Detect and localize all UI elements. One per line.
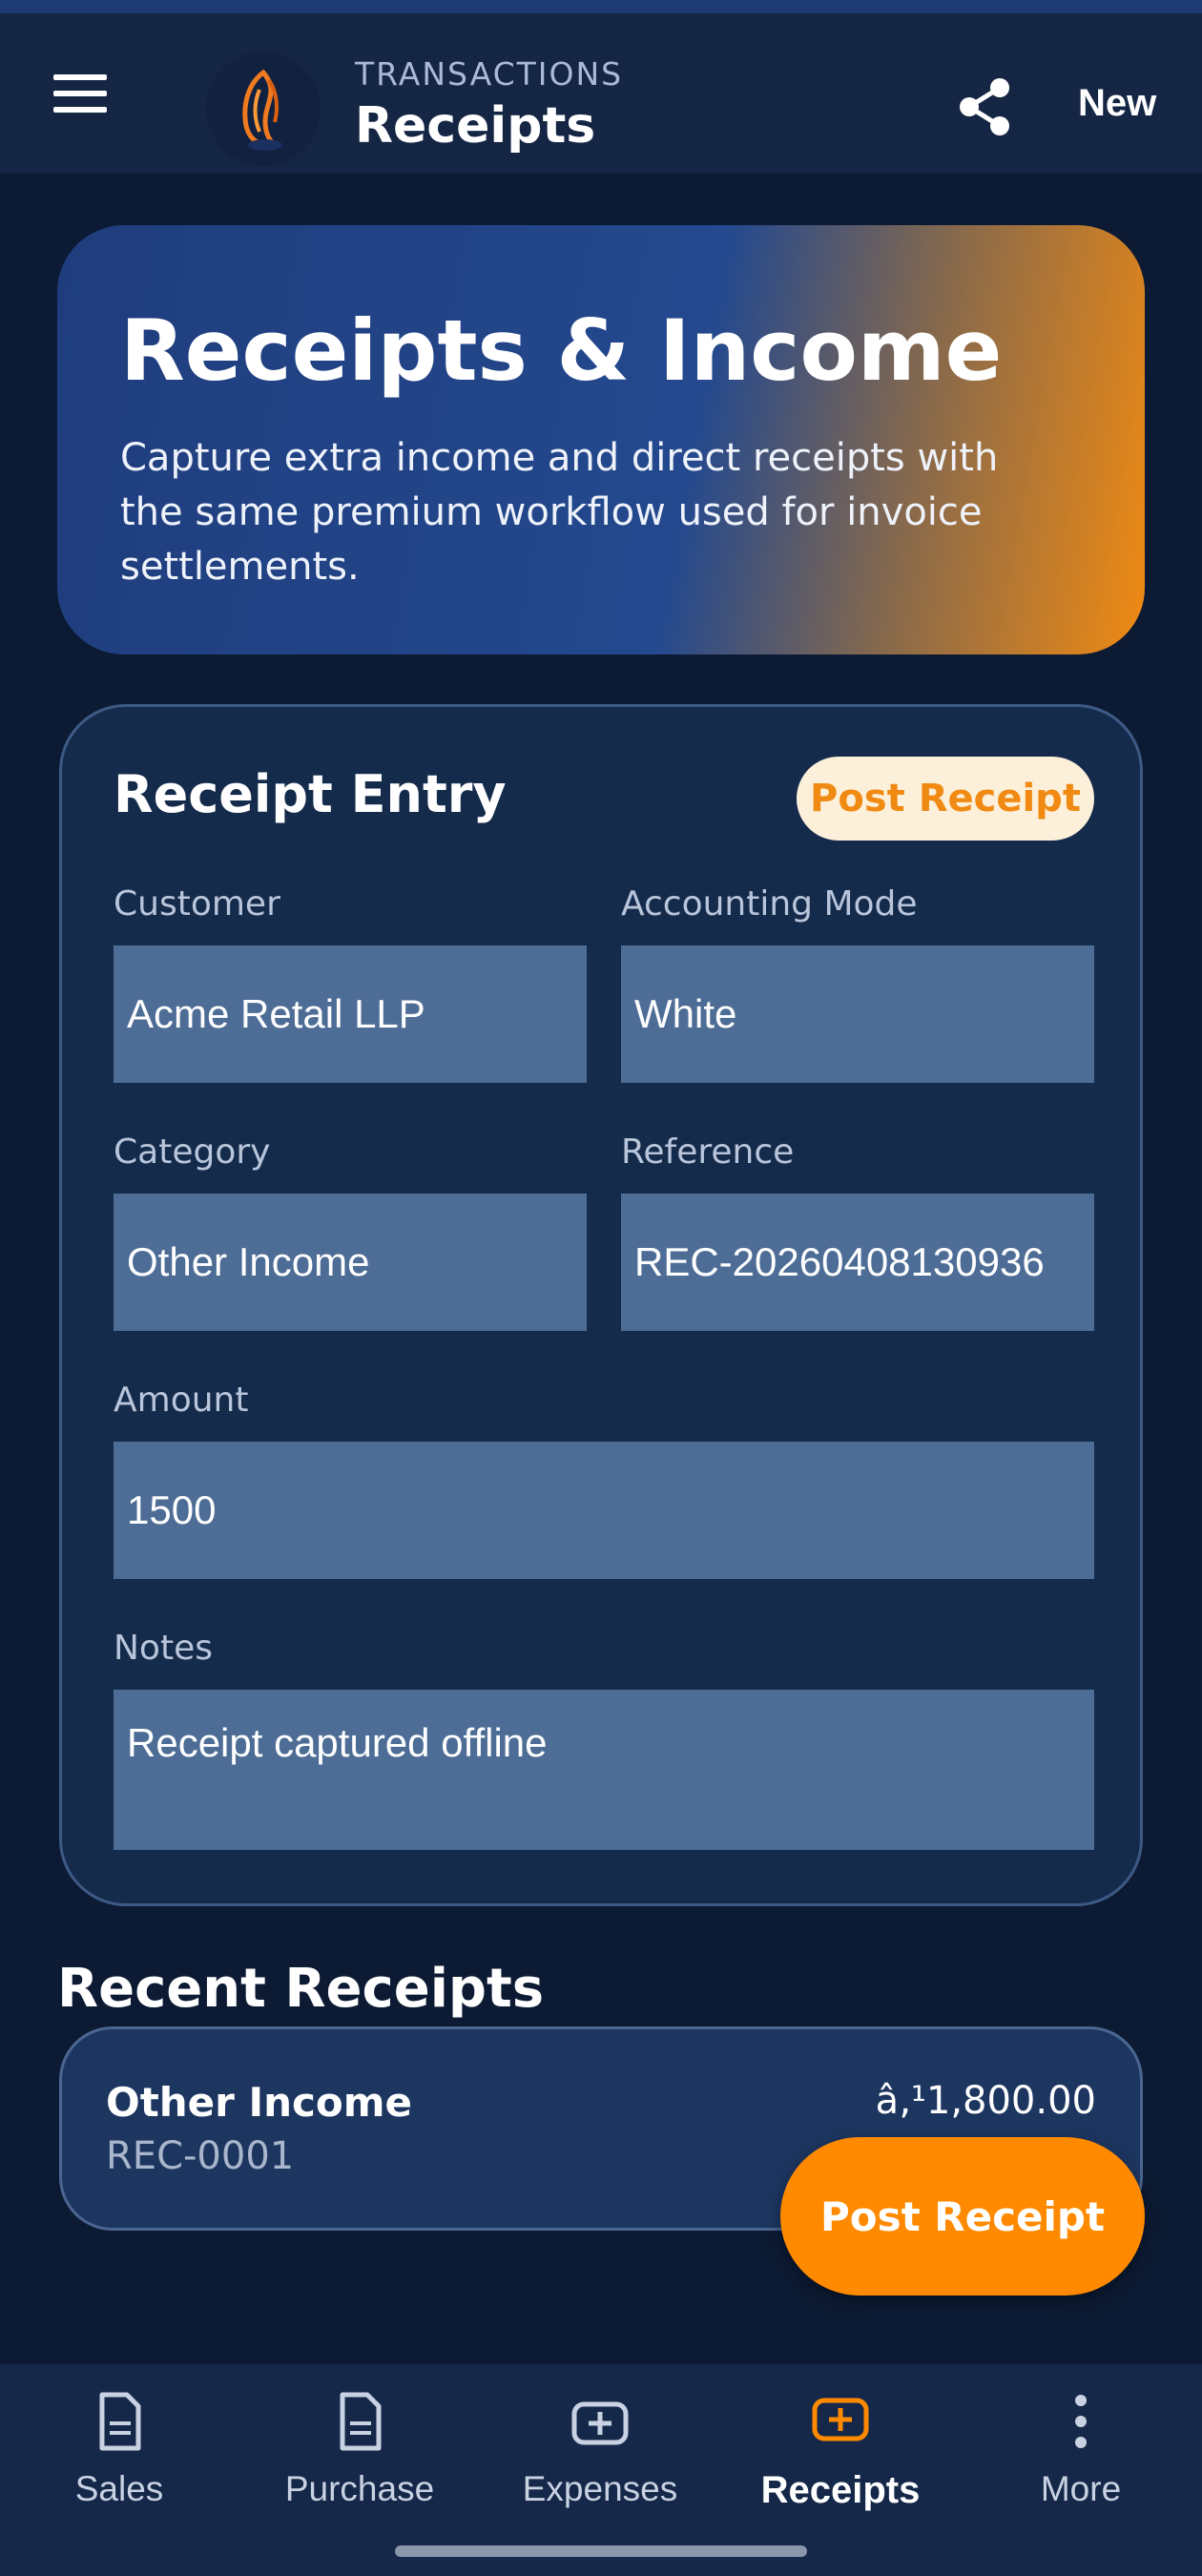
bottom-navigation: Sales Purchase Expenses Receipts More [0, 2364, 1202, 2576]
hero-banner: Receipts & Income Capture extra income a… [57, 225, 1145, 654]
nav-label: Purchase [284, 2469, 435, 2508]
receipt-reference: REC-0001 [106, 2134, 295, 2178]
receipt-entry-card: Receipt Entry Post Receipt Customer Acme… [59, 704, 1143, 1906]
hamburger-menu-icon[interactable] [50, 71, 111, 116]
app-bar-eyebrow: TRANSACTIONS [355, 55, 624, 93]
new-button[interactable]: New [1078, 82, 1156, 125]
document-icon [99, 2392, 141, 2451]
notes-field[interactable]: Receipt captured offline [114, 1690, 1094, 1850]
nav-item-expenses[interactable]: Expenses [481, 2391, 719, 2524]
customer-field[interactable]: Acme Retail LLP [114, 945, 587, 1083]
app-bar-title: Receipts [355, 97, 596, 155]
nav-label: More [1040, 2469, 1122, 2508]
nav-label: Receipts [760, 2469, 921, 2511]
status-strip [0, 0, 1202, 13]
add-box-icon [571, 2401, 629, 2445]
category-field[interactable]: Other Income [114, 1194, 587, 1331]
amount-label: Amount [114, 1381, 249, 1420]
nav-item-purchase[interactable]: Purchase [240, 2391, 479, 2524]
hero-description: Capture extra income and direct receipts… [120, 436, 999, 589]
nav-label: Sales [74, 2469, 164, 2508]
category-label: Category [114, 1132, 271, 1172]
reference-label: Reference [621, 1132, 795, 1172]
nav-item-receipts[interactable]: Receipts [721, 2391, 960, 2524]
nav-item-sales[interactable]: Sales [0, 2391, 238, 2524]
home-indicator[interactable] [395, 2545, 807, 2557]
nav-label: Expenses [522, 2469, 678, 2508]
post-receipt-chip-button[interactable]: Post Receipt [797, 757, 1094, 841]
recent-receipts-title: Recent Receipts [57, 1958, 545, 2020]
accounting-mode-field[interactable]: White [621, 945, 1094, 1083]
nav-item-more[interactable]: More [962, 2391, 1200, 2524]
notes-label: Notes [114, 1629, 213, 1668]
hero-title: Receipts & Income [120, 301, 1003, 400]
add-box-icon [812, 2398, 869, 2441]
share-icon[interactable] [954, 76, 1015, 137]
receipt-amount: â‚¹1,800.00 [875, 2079, 1096, 2123]
receipt-category: Other Income [106, 2079, 413, 2126]
post-receipt-fab[interactable]: Post Receipt [780, 2137, 1145, 2296]
amount-field[interactable]: 1500 [114, 1442, 1094, 1579]
conch-shell-logo [206, 52, 321, 166]
receipt-entry-title: Receipt Entry [114, 764, 507, 824]
shell-icon [242, 69, 282, 151]
customer-label: Customer [114, 884, 280, 924]
accounting-mode-label: Accounting Mode [621, 884, 918, 924]
top-app-bar: TRANSACTIONS Receipts New [0, 13, 1202, 174]
reference-field[interactable]: REC-20260408130936 [621, 1194, 1094, 1331]
more-vertical-icon [1075, 2395, 1087, 2448]
document-icon [340, 2392, 382, 2451]
